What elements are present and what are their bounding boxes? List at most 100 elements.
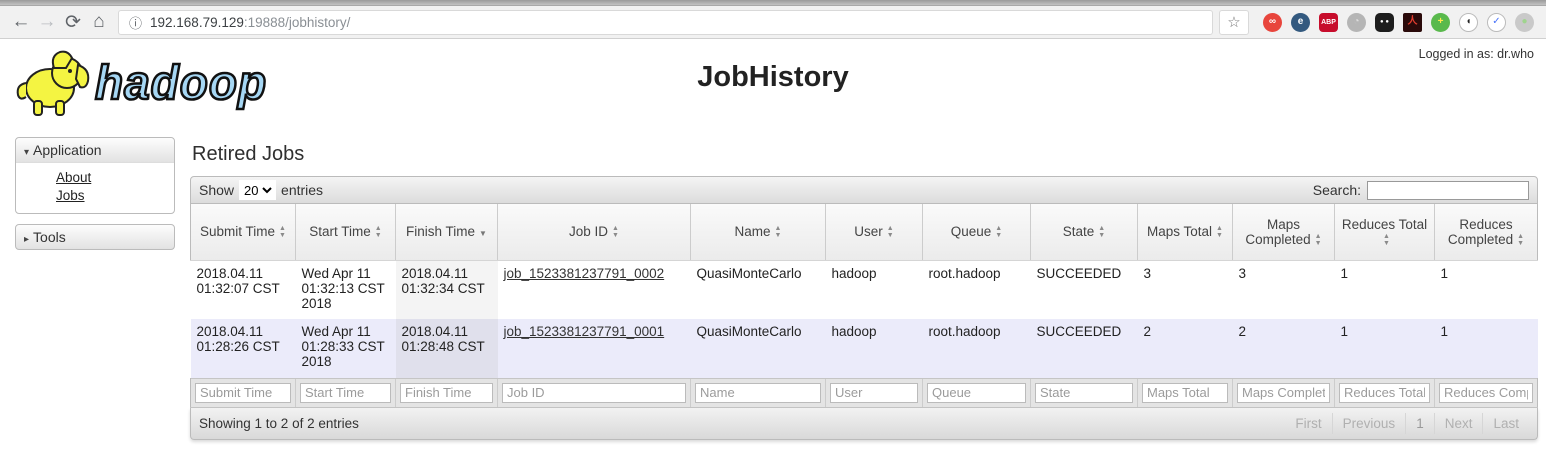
pagination-first[interactable]: First [1285, 413, 1331, 434]
filter-input-queue[interactable] [927, 383, 1026, 403]
sort-both-icon: ▲▼ [887, 225, 894, 239]
adobe-pdf-icon[interactable]: 人 [1403, 13, 1422, 32]
pagination-previous[interactable]: Previous [1332, 413, 1406, 434]
cell-finish_time: 2018.04.11 01:28:48 CST [396, 319, 498, 378]
bookmark-star-icon[interactable]: ☆ [1219, 10, 1249, 35]
table-filter-row [191, 378, 1538, 407]
table-info: Showing 1 to 2 of 2 entries [199, 416, 359, 431]
column-header-name[interactable]: Name ▲▼ [691, 204, 826, 260]
cell-queue: root.hadoop [923, 319, 1031, 378]
table-row: 2018.04.11 01:32:07 CSTWed Apr 11 01:32:… [191, 260, 1538, 319]
filter-input-maps_total[interactable] [1142, 383, 1228, 403]
column-header-maps_total[interactable]: Maps Total ▲▼ [1138, 204, 1233, 260]
filter-input-reduces_total[interactable] [1339, 383, 1430, 403]
column-label: Finish Time [406, 224, 475, 239]
table-toolbar: Show 20 entries Search: [190, 176, 1538, 204]
sort-desc-icon: ▼ [479, 229, 487, 238]
sort-both-icon: ▲▼ [612, 225, 619, 239]
table-row: 2018.04.11 01:28:26 CSTWed Apr 11 01:28:… [191, 319, 1538, 378]
filter-input-job_id[interactable] [502, 383, 686, 403]
filter-input-maps_completed[interactable] [1237, 383, 1330, 403]
sidebar-link-jobs[interactable]: Jobs [56, 188, 174, 203]
column-label: Submit Time [200, 224, 275, 239]
sidebar-section-application[interactable]: ▾Application [16, 138, 174, 163]
column-header-start_time[interactable]: Start Time▲▼ [296, 204, 396, 260]
sort-both-icon: ▲▼ [279, 225, 286, 239]
sort-both-icon: ▲▼ [1383, 233, 1390, 247]
sort-both-icon: ▲▼ [1216, 225, 1223, 239]
column-header-reduces_total[interactable]: Reduces Total▲▼ [1335, 204, 1435, 260]
sidebar: ▾Application About Jobs ▸Tools [15, 137, 175, 440]
filter-cell [1031, 378, 1138, 407]
home-icon[interactable]: ⌂ [86, 11, 112, 34]
browser-toolbar: ←→⟳⌂ ⓘ 192.168.79.129:19888/jobhistory/ … [0, 6, 1546, 39]
cell-name: QuasiMonteCarlo [691, 319, 826, 378]
filter-input-user[interactable] [830, 383, 918, 403]
column-header-user[interactable]: User▲▼ [826, 204, 923, 260]
adblock-plus-icon[interactable]: ABP [1319, 13, 1338, 32]
table-footer: Showing 1 to 2 of 2 entries FirstPreviou… [190, 408, 1538, 440]
pagination: FirstPrevious1NextLast [1285, 413, 1529, 434]
table-header-row: Submit Time▲▼Start Time▲▼Finish Time▼Job… [191, 204, 1538, 260]
url-text: 192.168.79.129:19888/jobhistory/ [150, 15, 350, 30]
sort-both-icon: ▲▼ [775, 225, 782, 239]
column-header-submit_time[interactable]: Submit Time ▲▼ [191, 204, 296, 260]
job-id-link[interactable]: job_1523381237791_0002 [504, 266, 665, 281]
filter-cell [1435, 378, 1538, 407]
reload-icon[interactable]: ⟳ [60, 11, 86, 34]
column-header-reduces_completed[interactable]: Reduces Completed▲▼ [1435, 204, 1538, 260]
back-icon[interactable]: ← [8, 11, 34, 34]
cell-job_id: job_1523381237791_0002 [498, 260, 691, 319]
filter-input-finish_time[interactable] [400, 383, 493, 403]
cell-user: hadoop [826, 319, 923, 378]
check-circle-extension-icon[interactable]: ✓ [1487, 13, 1506, 32]
cell-state: SUCCEEDED [1031, 319, 1138, 378]
application-links: About Jobs [16, 163, 174, 213]
pagination-last[interactable]: Last [1482, 413, 1529, 434]
column-header-finish_time[interactable]: Finish Time ▼ [396, 204, 498, 260]
dark-eyes-extension-icon[interactable]: ● ● [1375, 13, 1394, 32]
sort-both-icon: ▲▼ [995, 225, 1002, 239]
column-label: Reduces Total [1342, 217, 1427, 232]
page-size-select[interactable]: 20 [239, 180, 276, 200]
filter-input-state[interactable] [1035, 383, 1133, 403]
column-header-state[interactable]: State▲▼ [1031, 204, 1138, 260]
column-header-maps_completed[interactable]: Maps Completed▲▼ [1233, 204, 1335, 260]
filter-input-submit_time[interactable] [195, 383, 291, 403]
pagination-next[interactable]: Next [1434, 413, 1483, 434]
cat-extension-icon[interactable]: ◖ [1459, 13, 1478, 32]
column-label: Maps Total [1147, 224, 1212, 239]
forward-icon[interactable]: → [34, 11, 60, 34]
column-label: Name [735, 224, 771, 239]
chevron-right-icon: ▸ [24, 234, 29, 245]
cell-state: SUCCEEDED [1031, 260, 1138, 319]
filter-input-reduces_completed[interactable] [1439, 383, 1533, 403]
address-bar[interactable]: ⓘ 192.168.79.129:19888/jobhistory/ [118, 10, 1213, 35]
filter-cell [1138, 378, 1233, 407]
search-input[interactable] [1367, 181, 1529, 200]
cell-reduces_total: 1 [1335, 319, 1435, 378]
chevron-down-icon: ▾ [24, 147, 29, 158]
sort-both-icon: ▲▼ [1315, 233, 1322, 247]
filter-input-name[interactable] [695, 383, 821, 403]
pagination-1[interactable]: 1 [1405, 413, 1434, 434]
sidebar-section-tools[interactable]: ▸Tools [15, 224, 175, 250]
cell-start_time: Wed Apr 11 01:28:33 CST 2018 [296, 319, 396, 378]
site-info-icon[interactable]: ⓘ [129, 13, 142, 32]
filter-input-start_time[interactable] [300, 383, 391, 403]
column-header-queue[interactable]: Queue▲▼ [923, 204, 1031, 260]
job-id-link[interactable]: job_1523381237791_0001 [504, 324, 665, 339]
sidebar-link-about[interactable]: About [56, 170, 174, 185]
gray-sphere-extension-icon[interactable]: ◔ [1347, 13, 1366, 32]
entries-label: entries [281, 182, 323, 198]
filter-cell [191, 378, 296, 407]
column-header-job_id[interactable]: Job ID▲▼ [498, 204, 691, 260]
infinity-extension-icon[interactable]: ∞ [1263, 13, 1282, 32]
filter-cell [923, 378, 1031, 407]
cell-maps_completed: 3 [1233, 260, 1335, 319]
gray-green-dot-extension-icon[interactable]: ● [1515, 13, 1534, 32]
extension-icons: ∞ e ABP ◔ ● ● 人 + ◖ ✓ ● [1259, 13, 1538, 32]
green-plus-extension-icon[interactable]: + [1431, 13, 1450, 32]
column-label: Start Time [309, 224, 371, 239]
e-browser-extension-icon[interactable]: e [1291, 13, 1310, 32]
